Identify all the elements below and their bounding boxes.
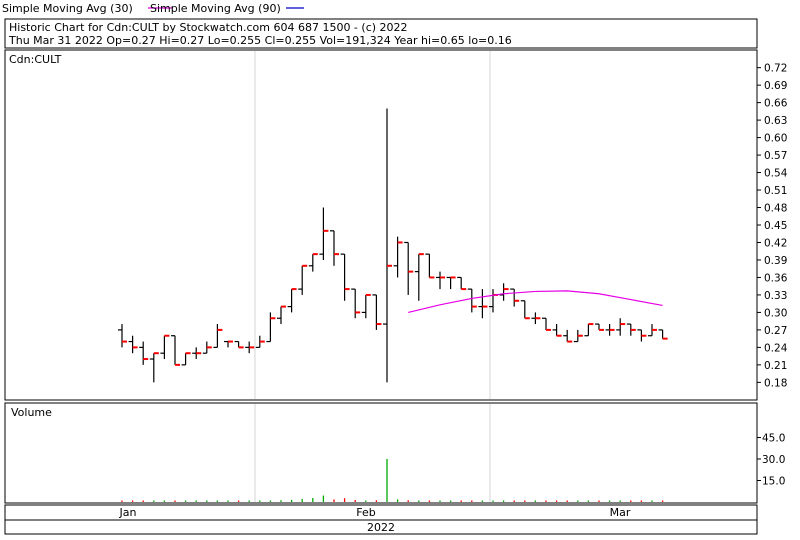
- volume-tick-label: 30.0: [762, 454, 785, 466]
- volume-panel: [4, 402, 758, 504]
- volume-label: Volume: [11, 406, 52, 419]
- price-tick-label: 0.39: [764, 255, 787, 267]
- price-tick-label: 0.72: [764, 63, 787, 75]
- legend-sma90-label: Simple Moving Avg (90): [150, 2, 281, 15]
- volume-tick-label: 45.0: [762, 433, 785, 445]
- price-tick-label: 0.42: [764, 237, 787, 249]
- price-tick-label: 0.54: [764, 168, 788, 180]
- price-tick-label: 0.33: [764, 290, 787, 302]
- price-tick-label: 0.48: [764, 203, 787, 215]
- symbol-label: Cdn:CULT: [9, 53, 62, 66]
- month-axis-strip: [4, 504, 758, 521]
- month-label: Jan: [119, 506, 137, 519]
- price-tick-label: 0.21: [764, 360, 787, 372]
- price-panel: [4, 49, 758, 401]
- price-tick-label: 0.60: [764, 133, 787, 145]
- price-tick-label: 0.45: [764, 220, 787, 232]
- legend-sma30-label: Simple Moving Avg (30): [2, 2, 133, 15]
- header-line-2: Thu Mar 31 2022 Op=0.27 Hi=0.27 Lo=0.255…: [8, 34, 512, 47]
- price-tick-label: 0.36: [764, 272, 788, 284]
- price-axis: 0.72 0.69 0.66 0.63 0.60 0.57 0.54 0.51 0.48 0.45…: [757, 63, 788, 389]
- chart-page: Simple Moving Avg (30) Simple Moving Avg…: [0, 0, 800, 540]
- stock-chart: Simple Moving Avg (30) Simple Moving Avg…: [2, 2, 788, 535]
- price-tick-label: 0.63: [764, 115, 787, 127]
- price-tick-label: 0.57: [764, 150, 787, 162]
- year-label: 2022: [367, 521, 395, 534]
- price-tick-label: 0.51: [764, 185, 787, 197]
- price-tick-label: 0.24: [764, 342, 788, 354]
- volume-tick-label: 15.0: [762, 476, 785, 488]
- volume-axis: 45.0 30.0 15.0: [757, 433, 785, 488]
- price-tick-label: 0.18: [764, 377, 787, 389]
- price-tick-label: 0.27: [764, 325, 787, 337]
- month-label: Mar: [610, 506, 631, 519]
- month-label: Feb: [356, 506, 375, 519]
- header-line-1: Historic Chart for Cdn:CULT by Stockwatc…: [9, 21, 408, 34]
- price-tick-label: 0.66: [764, 98, 788, 110]
- price-tick-label: 0.69: [764, 80, 787, 92]
- price-tick-label: 0.30: [764, 307, 787, 319]
